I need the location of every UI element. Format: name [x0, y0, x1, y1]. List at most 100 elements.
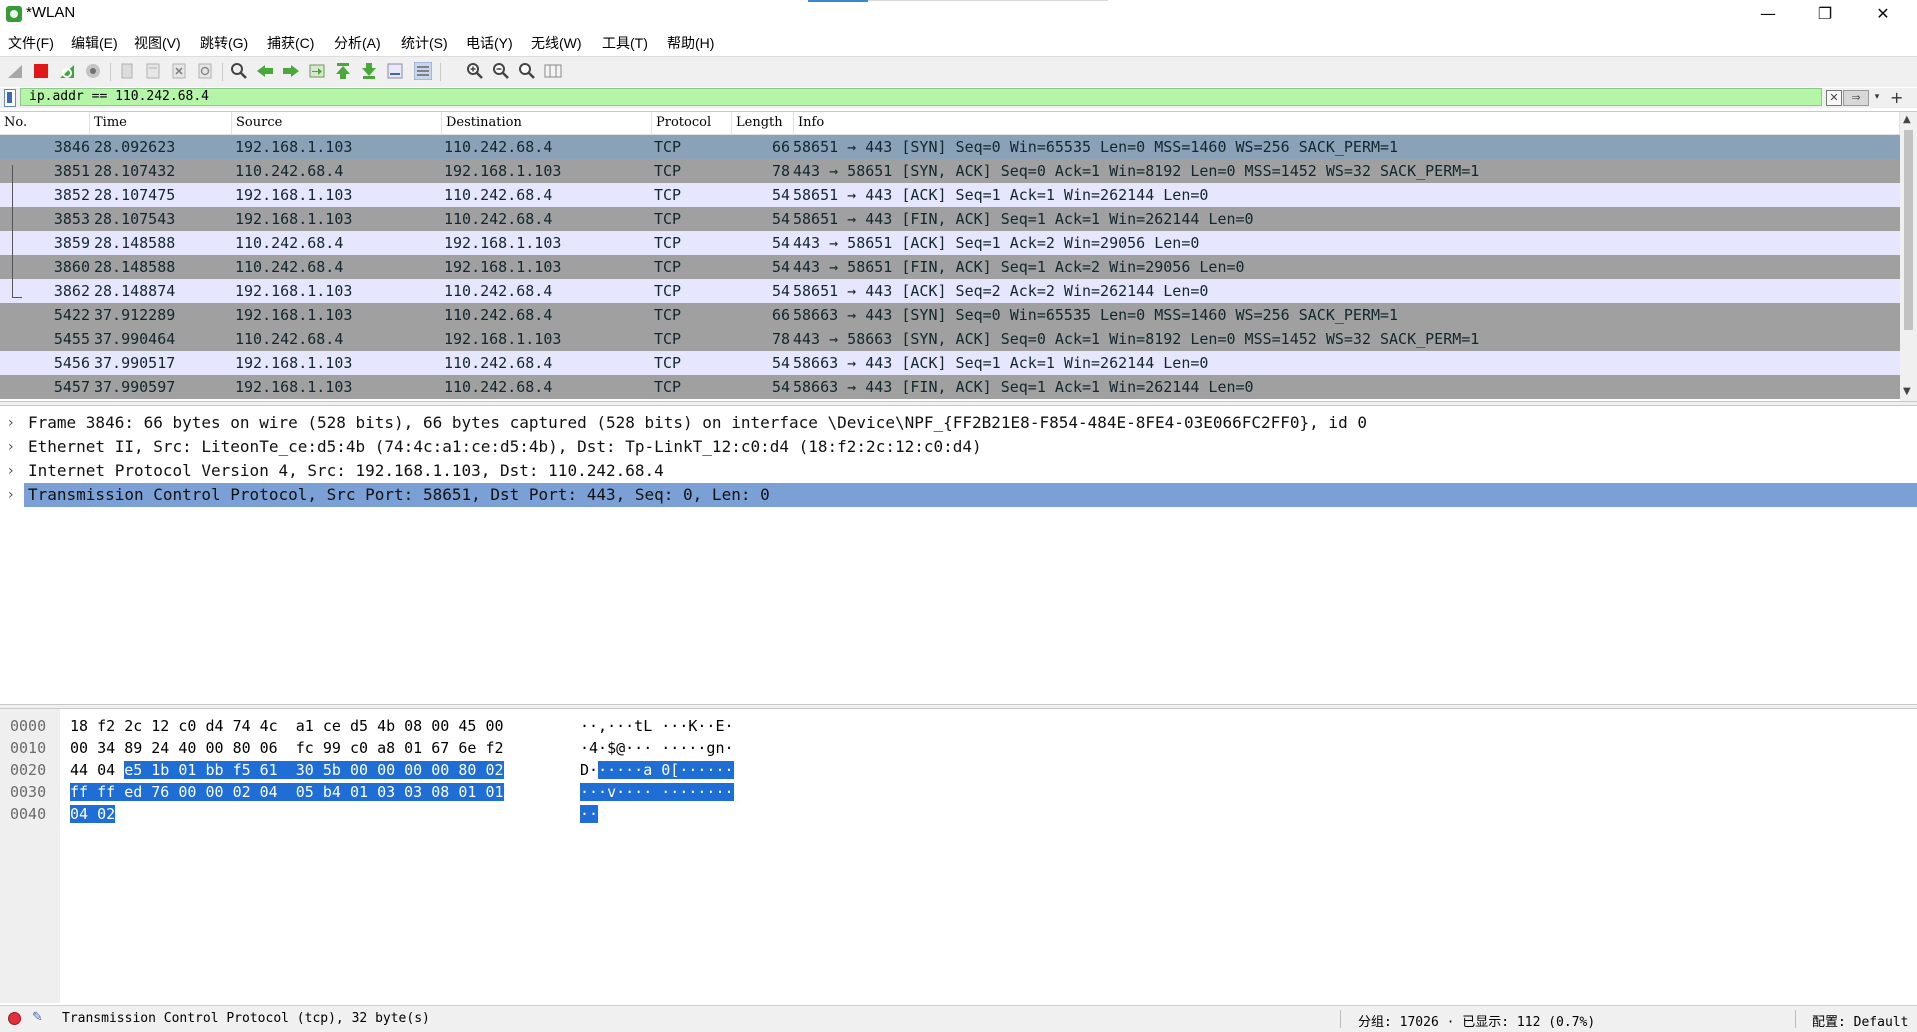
- hex-byte[interactable]: 01: [349, 783, 369, 801]
- go-to-packet-icon[interactable]: [308, 62, 326, 80]
- ascii-bytes[interactable]: D······a 0[······: [580, 759, 734, 781]
- hex-byte[interactable]: 00: [377, 761, 396, 779]
- detail-tree-item[interactable]: › Ethernet II, Src: LiteonTe_ce:d5:4b (74…: [0, 435, 1917, 459]
- hex-byte[interactable]: 01: [404, 739, 422, 757]
- ascii-bytes[interactable]: ·4·$@··· ·····gn·: [580, 737, 734, 759]
- hex-byte[interactable]: 02: [97, 805, 116, 823]
- expert-info-icon[interactable]: [8, 1012, 21, 1025]
- go-last-packet-icon[interactable]: [360, 62, 378, 80]
- hex-byte[interactable]: 2c: [124, 717, 142, 735]
- packet-row[interactable]: 3853 28.107543 192.168.1.103 110.242.68.4 TC…: [0, 207, 1900, 231]
- save-file-icon[interactable]: [144, 62, 162, 80]
- hex-bytes[interactable]: 44 04 e5 1b 01 bb f5 61 30 5b 00 00 00 0…: [70, 759, 504, 781]
- hex-byte[interactable]: 5b: [322, 761, 341, 779]
- go-back-icon[interactable]: [256, 62, 274, 80]
- hex-byte[interactable]: c0: [178, 717, 196, 735]
- hex-byte[interactable]: 99: [323, 739, 341, 757]
- detail-tree-item[interactable]: › Transmission Control Protocol, Src Port…: [0, 483, 1917, 507]
- restart-capture-icon[interactable]: [58, 62, 76, 80]
- find-packet-icon[interactable]: [230, 62, 248, 80]
- reload-file-icon[interactable]: [196, 62, 214, 80]
- go-first-packet-icon[interactable]: [334, 62, 352, 80]
- hex-byte[interactable]: 01: [178, 761, 197, 779]
- capture-options-icon[interactable]: [84, 62, 102, 80]
- hex-byte[interactable]: 89: [124, 739, 142, 757]
- packet-row[interactable]: 3852 28.107475 192.168.1.103 110.242.68.4 TC…: [0, 183, 1900, 207]
- hex-byte[interactable]: ff: [70, 783, 89, 801]
- filter-history-dropdown-icon[interactable]: ▾: [1870, 90, 1884, 104]
- column-header-info[interactable]: Info: [794, 112, 1900, 134]
- hex-byte[interactable]: c0: [350, 739, 368, 757]
- column-header-source[interactable]: Source: [232, 112, 442, 134]
- hex-byte[interactable]: fc: [296, 739, 314, 757]
- clear-filter-icon[interactable]: ✕: [1826, 90, 1842, 106]
- zoom-out-icon[interactable]: [492, 62, 510, 80]
- hex-byte[interactable]: 02: [232, 783, 251, 801]
- hex-byte[interactable]: 00: [431, 761, 450, 779]
- ascii-bytes[interactable]: ···v···· ········: [580, 781, 734, 803]
- hex-byte[interactable]: 40: [178, 739, 196, 757]
- hex-byte[interactable]: f2: [97, 717, 115, 735]
- column-header-length[interactable]: Length: [732, 112, 794, 134]
- hex-byte[interactable]: 80: [233, 739, 251, 757]
- hex-byte[interactable]: 00: [431, 717, 449, 735]
- hex-byte[interactable]: 08: [431, 783, 450, 801]
- ascii-bytes[interactable]: ··: [580, 803, 599, 825]
- detail-tree-item[interactable]: › Internet Protocol Version 4, Src: 192.1…: [0, 459, 1917, 483]
- menu-wireless[interactable]: 无线(W): [531, 33, 582, 53]
- maximize-button[interactable]: ❐: [1802, 0, 1848, 28]
- hex-byte[interactable]: 1b: [151, 761, 170, 779]
- hex-byte[interactable]: 04: [97, 761, 115, 779]
- hex-byte[interactable]: 80: [458, 761, 477, 779]
- hex-byte[interactable]: 12: [151, 717, 169, 735]
- hex-byte[interactable]: 00: [349, 761, 369, 779]
- hex-byte[interactable]: 04: [70, 805, 89, 823]
- packet-row[interactable]: 3860 28.148588 110.242.68.4 192.168.1.103 TC…: [0, 255, 1900, 279]
- hex-byte[interactable]: 03: [377, 783, 396, 801]
- close-button[interactable]: ✕: [1860, 0, 1906, 28]
- scroll-up-icon[interactable]: ▲: [1903, 114, 1911, 125]
- hex-byte[interactable]: d5: [350, 717, 368, 735]
- hex-byte[interactable]: 4b: [377, 717, 395, 735]
- hex-byte[interactable]: 01: [485, 783, 504, 801]
- status-profile[interactable]: 配置: Default: [1812, 1011, 1908, 1030]
- hex-byte[interactable]: bb: [205, 761, 224, 779]
- detail-tree-item[interactable]: › Frame 3846: 66 bytes on wire (528 bits)…: [0, 411, 1917, 435]
- hex-byte[interactable]: ed: [124, 783, 143, 801]
- chevron-right-icon[interactable]: ›: [8, 435, 14, 459]
- hex-bytes[interactable]: ff ff ed 76 00 00 02 04 05 b4 01 03 03 0…: [70, 781, 504, 803]
- resize-columns-icon[interactable]: [544, 62, 562, 80]
- menu-analyze[interactable]: 分析(A): [334, 33, 381, 53]
- hex-bytes[interactable]: 18 f2 2c 12 c0 d4 74 4c a1 ce d5 4b 08 0…: [70, 715, 504, 737]
- chevron-right-icon[interactable]: ›: [8, 411, 14, 435]
- close-file-icon[interactable]: [170, 62, 188, 80]
- hex-byte[interactable]: 4c: [260, 717, 278, 735]
- minimize-button[interactable]: —: [1745, 0, 1791, 28]
- hex-byte[interactable]: 44: [70, 761, 88, 779]
- open-file-icon[interactable]: [118, 62, 136, 80]
- apply-filter-icon[interactable]: ⇒: [1843, 90, 1869, 106]
- column-header-protocol[interactable]: Protocol: [652, 112, 732, 134]
- hex-byte[interactable]: e5: [124, 761, 143, 779]
- hex-byte[interactable]: 45: [458, 717, 476, 735]
- hex-byte[interactable]: 00: [178, 783, 197, 801]
- hex-byte[interactable]: 30: [295, 761, 314, 779]
- hex-byte[interactable]: 00: [205, 783, 224, 801]
- hex-byte[interactable]: a1: [296, 717, 314, 735]
- scrollbar-thumb[interactable]: [1904, 130, 1913, 330]
- stop-capture-icon[interactable]: [32, 62, 50, 80]
- menu-go[interactable]: 跳转(G): [200, 33, 248, 53]
- menu-help[interactable]: 帮助(H): [667, 33, 714, 53]
- hex-byte[interactable]: 76: [151, 783, 170, 801]
- start-capture-icon[interactable]: [6, 62, 24, 80]
- hex-byte[interactable]: 04: [259, 783, 278, 801]
- hex-byte[interactable]: a8: [377, 739, 395, 757]
- packet-row[interactable]: 3846 28.092623 192.168.1.103 110.242.68.4 TC…: [0, 135, 1900, 159]
- menu-view[interactable]: 视图(V): [134, 33, 181, 53]
- hex-byte[interactable]: 00: [205, 739, 223, 757]
- hex-byte[interactable]: 02: [485, 761, 504, 779]
- packet-row[interactable]: 5422 37.912289 192.168.1.103 110.242.68.4 TC…: [0, 303, 1900, 327]
- hex-bytes[interactable]: 04 02: [70, 803, 116, 825]
- hex-bytes[interactable]: 00 34 89 24 40 00 80 06 fc 99 c0 a8 01 6…: [70, 737, 504, 759]
- packet-row[interactable]: 5456 37.990517 192.168.1.103 110.242.68.4 TC…: [0, 351, 1900, 375]
